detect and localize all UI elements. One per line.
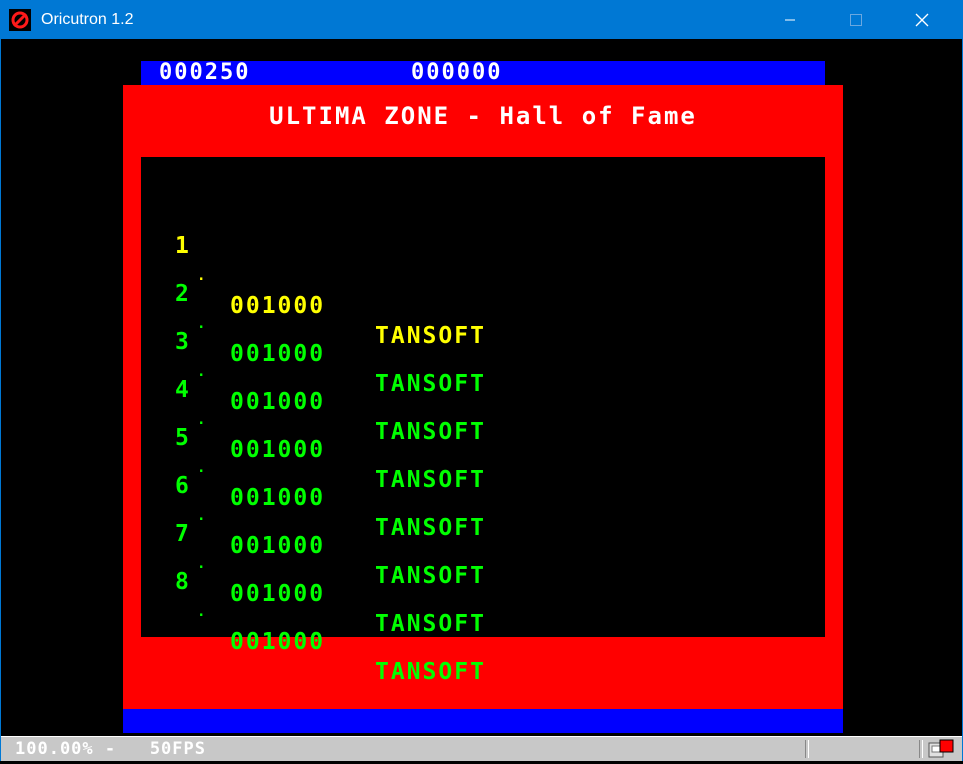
list-item: 3 . 001000 TANSOFT <box>175 297 484 445</box>
disk-activity-icon <box>927 738 957 760</box>
entry-name: TANSOFT <box>375 563 486 589</box>
hall-of-fame-panel: ULTIMA ZONE - Hall of Fame 1 . 001000 TA… <box>123 85 843 709</box>
emulator-window: Oricutron 1.2 000250 000000 ULTIMA ZONE … <box>0 0 963 761</box>
entry-name: TANSOFT <box>375 371 486 397</box>
list-item: 1 . 001000 TANSOFT <box>175 201 484 349</box>
entry-name: TANSOFT <box>375 515 486 541</box>
list-item: 5 . 001000 TANSOFT <box>175 393 484 541</box>
bottom-border-bar <box>123 709 843 733</box>
window-title: Oricutron 1.2 <box>41 11 134 28</box>
close-button[interactable] <box>899 1 945 39</box>
hall-of-fame-list: 1 . 001000 TANSOFT 2 . 001000 TANSOFT 3 … <box>141 157 825 685</box>
maximize-icon <box>850 14 862 26</box>
hall-of-fame-title: ULTIMA ZONE - Hall of Fame <box>269 102 697 130</box>
rank-number: 8 <box>175 569 191 595</box>
status-divider <box>805 740 809 758</box>
entry-name: TANSOFT <box>375 611 486 637</box>
player-score: 000250 <box>159 60 251 85</box>
close-icon <box>915 13 929 27</box>
entry-name: TANSOFT <box>375 659 486 685</box>
status-bar: 100.00% - 50FPS <box>1 736 962 761</box>
maximize-button[interactable] <box>833 1 879 39</box>
title-bar[interactable]: Oricutron 1.2 <box>1 1 962 39</box>
oricutron-logo-icon <box>9 9 31 31</box>
list-item: 4 . 001000 TANSOFT <box>175 345 484 493</box>
list-item: 2 . 001000 TANSOFT <box>175 249 484 397</box>
entry-score: 001000 <box>230 629 326 655</box>
list-item: 6 . 001000 TANSOFT <box>175 441 484 589</box>
list-item: 7 . 001000 TANSOFT <box>175 489 484 637</box>
high-score: 000000 <box>411 60 503 85</box>
minimize-button[interactable] <box>767 1 813 39</box>
entry-name: TANSOFT <box>375 323 486 349</box>
score-bar: 000250 000000 <box>141 60 825 85</box>
list-item: 8 . 001000 TANSOFT <box>175 537 484 685</box>
emulator-screen[interactable]: 000250 000000 ULTIMA ZONE - Hall of Fame… <box>4 40 959 735</box>
status-divider <box>919 740 923 758</box>
entry-name: TANSOFT <box>375 419 486 445</box>
status-text: 100.00% - 50FPS <box>15 739 206 759</box>
rank-dot: . <box>197 604 208 620</box>
entry-name: TANSOFT <box>375 467 486 493</box>
minimize-icon <box>785 19 795 21</box>
